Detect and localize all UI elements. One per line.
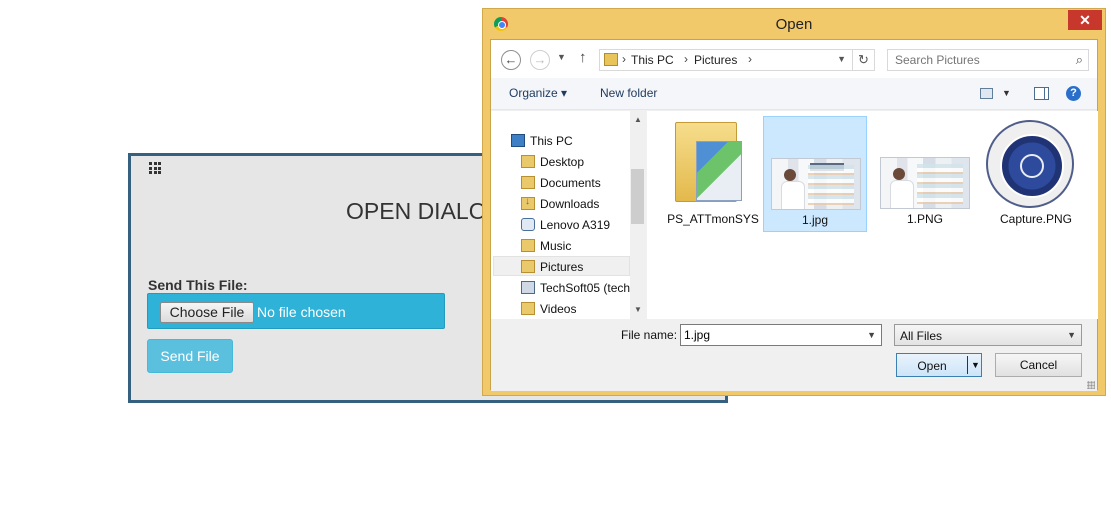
page-title: OPEN DIALO bbox=[346, 198, 487, 224]
scroll-up-icon[interactable]: ▲ bbox=[630, 113, 646, 127]
search-box[interactable]: ⌕ bbox=[887, 49, 1089, 71]
file-tile-ps-attmonsys[interactable]: PS_ATTmonSYS bbox=[661, 116, 765, 232]
help-icon[interactable]: ? bbox=[1066, 86, 1081, 101]
open-options-chevron-icon[interactable]: ▼ bbox=[971, 360, 980, 370]
forward-arrow-icon[interactable]: → bbox=[530, 50, 550, 70]
new-folder-button[interactable]: New folder bbox=[600, 86, 657, 100]
computer-icon bbox=[511, 134, 525, 147]
file-tile-capture-png[interactable]: Capture.PNG bbox=[982, 116, 1090, 232]
nav-scrollbar[interactable]: ▲ ▼ bbox=[630, 111, 646, 319]
breadcrumb-pictures[interactable]: Pictures bbox=[694, 53, 737, 67]
address-bar[interactable]: › This PC › Pictures › ▼ ↻ bbox=[599, 49, 875, 71]
breadcrumb-this-pc[interactable]: This PC bbox=[631, 53, 674, 67]
file-name: 1.PNG bbox=[906, 212, 943, 226]
file-name: PS_ATTmonSYS bbox=[667, 212, 759, 226]
resize-grip-icon[interactable] bbox=[1087, 381, 1095, 389]
image-thumbnail bbox=[880, 157, 970, 209]
cancel-button[interactable]: Cancel bbox=[995, 353, 1082, 377]
open-button-label: Open bbox=[917, 359, 947, 373]
breadcrumb-chevron-icon[interactable]: › bbox=[748, 52, 752, 66]
dialog-client-area: ← → ▼ ↑ › This PC › Pictures › ▼ ↻ ⌕ Org… bbox=[490, 39, 1098, 391]
file-name-combobox[interactable]: ▼ bbox=[680, 324, 882, 346]
close-button[interactable]: ✕ bbox=[1068, 10, 1102, 30]
nav-item-this-pc[interactable]: This PC bbox=[510, 131, 648, 151]
nav-item-pictures[interactable]: Pictures bbox=[493, 256, 630, 276]
chevron-down-icon: ▼ bbox=[1067, 330, 1076, 340]
apps-grid-icon[interactable] bbox=[149, 162, 161, 174]
image-thumbnail bbox=[771, 158, 861, 210]
breadcrumb-chevron-icon[interactable]: › bbox=[684, 52, 688, 66]
folder-icon bbox=[521, 176, 535, 189]
file-input-container[interactable]: Choose File No file chosen bbox=[147, 293, 445, 329]
file-name: 1.jpg bbox=[801, 213, 829, 227]
seal-thumbnail bbox=[986, 120, 1074, 208]
scroll-down-icon[interactable]: ▼ bbox=[630, 303, 646, 317]
downloads-icon bbox=[521, 196, 535, 210]
file-type-select[interactable]: All Files ▼ bbox=[894, 324, 1082, 346]
folder-icon bbox=[521, 260, 535, 273]
command-toolbar: Organize ▾ New folder ▼ ? bbox=[491, 78, 1097, 110]
back-arrow-icon[interactable]: ← bbox=[501, 50, 521, 70]
breadcrumb-chevron-icon[interactable]: › bbox=[622, 52, 626, 66]
network-drive-icon bbox=[521, 281, 535, 294]
address-dropdown-icon[interactable]: ▼ bbox=[837, 54, 846, 64]
refresh-icon[interactable]: ↻ bbox=[852, 50, 874, 70]
scroll-thumb[interactable] bbox=[631, 169, 644, 224]
dialog-footer: File name: ▼ All Files ▼ Open ▼ Cancel bbox=[491, 320, 1097, 391]
file-type-value: All Files bbox=[900, 329, 943, 343]
phone-icon bbox=[521, 218, 535, 231]
up-arrow-icon[interactable]: ↑ bbox=[579, 49, 587, 66]
file-name-input[interactable] bbox=[681, 325, 861, 345]
no-file-chosen-text: No file chosen bbox=[257, 304, 346, 320]
choose-file-button[interactable]: Choose File bbox=[160, 302, 254, 323]
send-file-button[interactable]: Send File bbox=[147, 339, 233, 373]
file-name: Capture.PNG bbox=[999, 212, 1073, 226]
nav-item-label: TechSoft05 (tech bbox=[540, 281, 631, 295]
dialog-title: Open bbox=[775, 16, 813, 33]
folder-icon bbox=[521, 302, 535, 315]
preview-pane-icon[interactable] bbox=[1034, 87, 1049, 100]
change-view-icon[interactable] bbox=[980, 88, 993, 99]
navigation-pane: This PC Desktop Documents Downloads Leno… bbox=[491, 111, 646, 319]
view-options-chevron-icon[interactable]: ▼ bbox=[1002, 88, 1011, 98]
chevron-down-icon[interactable]: ▼ bbox=[867, 330, 876, 340]
search-input[interactable] bbox=[888, 50, 1063, 70]
open-button[interactable]: Open ▼ bbox=[896, 353, 982, 377]
folder-icon bbox=[521, 155, 535, 168]
search-icon[interactable]: ⌕ bbox=[1076, 52, 1083, 68]
dialog-titlebar[interactable]: Open ✕ bbox=[483, 9, 1105, 39]
recent-locations-chevron-icon[interactable]: ▼ bbox=[557, 52, 566, 62]
file-tile-1-jpg[interactable]: 1.jpg bbox=[763, 116, 867, 232]
pictures-folder-icon bbox=[604, 53, 618, 66]
file-list: PS_ATTmonSYS 1.jpg 1.PNG Capture.PNG bbox=[647, 111, 1098, 319]
open-dialog: Open ✕ ← → ▼ ↑ › This PC › Pictures › ▼ … bbox=[482, 8, 1106, 396]
address-row: ← → ▼ ↑ › This PC › Pictures › ▼ ↻ ⌕ bbox=[491, 40, 1097, 78]
file-name-label: File name: bbox=[621, 328, 678, 342]
organize-menu[interactable]: Organize ▾ bbox=[509, 86, 567, 100]
folder-icon bbox=[675, 122, 742, 202]
folder-icon bbox=[521, 239, 535, 252]
file-tile-1-png[interactable]: 1.PNG bbox=[873, 116, 977, 232]
send-file-label: Send This File: bbox=[148, 277, 248, 293]
split-divider bbox=[967, 356, 968, 374]
